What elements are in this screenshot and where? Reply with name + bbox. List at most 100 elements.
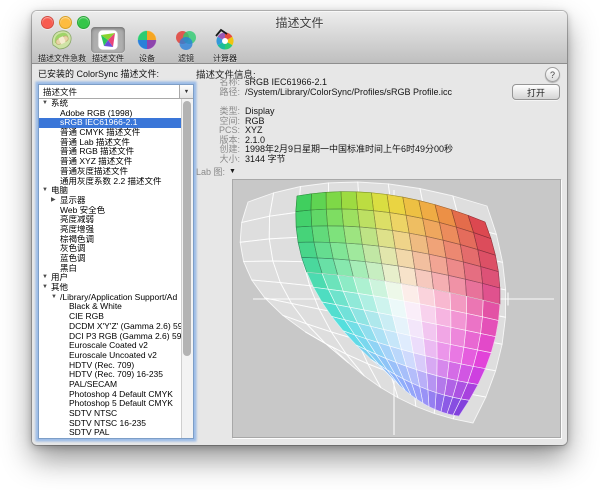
tree-item[interactable]: 亮度减弱 xyxy=(39,215,182,225)
toolbar: 描述文件急救描述文件 设备 滤镜 计算器 xyxy=(38,27,242,64)
tree-item-label: HDTV (Rec. 709) xyxy=(69,361,134,371)
sidebar-header: 已安装的 ColorSync 描述文件: xyxy=(38,67,159,80)
tree-item-label: 普通 XYZ 描述文件 xyxy=(60,157,132,167)
tree-item[interactable]: ▼电脑 xyxy=(39,186,182,196)
tree-item[interactable]: PAL/SECAM xyxy=(39,380,182,390)
tree-item-label: DCI P3 RGB (Gamma 2.6) 5900 xyxy=(69,332,182,342)
info-field-row: PCS:XYZ xyxy=(196,126,516,136)
disclosure-open-icon[interactable]: ▼ xyxy=(42,186,51,196)
tree-item-label: SDTV NTSC 16-235 xyxy=(69,419,146,429)
info-field-row: 创建:1998年2月9日星期一中国标准时间上午6时49分00秒 xyxy=(196,145,516,155)
tree-item[interactable]: 蓝色调 xyxy=(39,254,182,264)
tree-item[interactable]: DCI P3 RGB (Gamma 2.6) 5900 xyxy=(39,332,182,342)
tree-item[interactable]: ▼/Library/Application Support/Ad xyxy=(39,293,182,303)
tree-item[interactable]: 棕褐色调 xyxy=(39,235,182,245)
info-field-row: 类型:Display xyxy=(196,107,516,117)
tree-item-label: Photoshop 4 Default CMYK xyxy=(69,390,173,400)
tree-item[interactable]: 普通 Lab 描述文件 xyxy=(39,138,182,148)
disclosure-open-icon[interactable]: ▼ xyxy=(42,99,51,109)
devices-icon xyxy=(130,27,164,53)
disclosure-open-icon[interactable]: ▼ xyxy=(42,273,51,283)
tree-item[interactable]: Black & White xyxy=(39,302,182,312)
tree-item[interactable]: SDTV NTSC 16-235 xyxy=(39,419,182,429)
tree-item-label: Euroscale Uncoated v2 xyxy=(69,351,157,361)
tree-item[interactable]: Euroscale Coated v2 xyxy=(39,341,182,351)
tree-item[interactable]: 普通 CMYK 描述文件 xyxy=(39,128,182,138)
tree-item[interactable]: 灰色调 xyxy=(39,244,182,254)
tree-item-label: Euroscale Coated v2 xyxy=(69,341,148,351)
disclosure-open-icon[interactable]: ▼ xyxy=(42,283,51,293)
window-chrome: 描述文件 描述文件急救描述文件 设备 滤镜 计算器 xyxy=(32,11,567,64)
profile-first-aid-icon xyxy=(45,27,79,53)
tree-item-label: 用户 xyxy=(51,273,68,283)
tree-item-label: 普通 CMYK 描述文件 xyxy=(60,128,140,138)
tree-item[interactable]: 通用灰度系数 2.2 描述文件 xyxy=(39,177,182,187)
toolbar-item-label: 描述文件 xyxy=(92,53,124,64)
tree-item-label: /Library/Application Support/Ad xyxy=(60,293,177,303)
tree-item-label: Photoshop 5 Default CMYK xyxy=(69,399,173,409)
tree-item-label: PAL/SECAM xyxy=(69,380,117,390)
tree-item-label: 显示器 xyxy=(60,196,86,206)
scrollbar-thumb[interactable] xyxy=(183,101,191,356)
tree-item-label: 亮度增强 xyxy=(60,225,94,235)
disclosure-open-icon[interactable]: ▼ xyxy=(51,293,60,303)
tree-item[interactable]: CIE RGB xyxy=(39,312,182,322)
tree-item[interactable]: 普通 XYZ 描述文件 xyxy=(39,157,182,167)
tree-item-label: 其他 xyxy=(51,283,68,293)
tree-item-label: 蓝色调 xyxy=(60,254,86,264)
tree-item[interactable]: 亮度增强 xyxy=(39,225,182,235)
info-field-row: 路径:/System/Library/ColorSync/Profiles/sR… xyxy=(196,88,516,98)
calculator-icon xyxy=(208,27,242,53)
toolbar-item-profile-first-aid[interactable]: 描述文件急救 xyxy=(38,27,86,64)
disclosure-closed-icon[interactable]: ▶ xyxy=(51,196,60,206)
tree-item[interactable]: 普通 RGB 描述文件 xyxy=(39,147,182,157)
tree-item[interactable]: ▼系统 xyxy=(39,99,182,109)
tree-item[interactable]: HDTV (Rec. 709) 16-235 xyxy=(39,370,182,380)
tree-item-label: 通用灰度系数 2.2 描述文件 xyxy=(60,177,162,187)
scrollbar-track[interactable] xyxy=(181,99,193,438)
tree-item[interactable]: 普通灰度描述文件 xyxy=(39,167,182,177)
profile-filter-dropdown[interactable]: 描述文件 ▼ xyxy=(39,85,193,99)
tree-item[interactable]: ▼其他 xyxy=(39,283,182,293)
dropdown-value: 描述文件 xyxy=(39,86,179,98)
content-area: 已安装的 ColorSync 描述文件: 描述文件 ▼ ▼系统Adobe RGB… xyxy=(32,64,567,445)
tree-item[interactable]: 黑白 xyxy=(39,264,182,274)
toolbar-item-profiles[interactable]: 描述文件 xyxy=(91,27,125,64)
tree-item-label: Adobe RGB (1998) xyxy=(60,109,132,119)
tree-item-label: 普通 Lab 描述文件 xyxy=(60,138,130,148)
chevron-down-icon[interactable]: ▼ xyxy=(179,85,193,98)
toolbar-item-devices[interactable]: 设备 xyxy=(130,27,164,64)
tree-item[interactable]: Photoshop 5 Default CMYK xyxy=(39,399,182,409)
tree-item[interactable]: ▶显示器 xyxy=(39,196,182,206)
toolbar-item-label: 滤镜 xyxy=(178,53,194,64)
tree-item[interactable]: Euroscale Uncoated v2 xyxy=(39,351,182,361)
disclosure-open-icon[interactable]: ▼ xyxy=(229,168,236,175)
field-label: 大小: xyxy=(196,155,240,165)
open-button[interactable]: 打开 xyxy=(512,84,560,100)
tree-item-label: Web 安全色 xyxy=(60,206,105,216)
tree-item[interactable]: Web 安全色 xyxy=(39,206,182,216)
tree-item[interactable]: DCDM X'Y'Z' (Gamma 2.6) 590 xyxy=(39,322,182,332)
tree-item[interactable]: Adobe RGB (1998) xyxy=(39,109,182,119)
tree-item[interactable]: ▼用户 xyxy=(39,273,182,283)
tree-item-label: 普通灰度描述文件 xyxy=(60,167,128,177)
tree-item[interactable]: sRGB IEC61966-2.1 xyxy=(39,118,182,128)
tree-item[interactable]: Photoshop 4 Default CMYK xyxy=(39,390,182,400)
toolbar-item-label: 设备 xyxy=(139,53,155,64)
lab-gamut-plot[interactable] xyxy=(232,179,561,438)
info-fields-primary: 名称:sRGB IEC61966-2.1路径:/System/Library/C… xyxy=(196,78,516,97)
toolbar-item-filters[interactable]: 滤镜 xyxy=(169,27,203,64)
tree-item[interactable]: HDTV (Rec. 709) xyxy=(39,361,182,371)
toolbar-item-calculator[interactable]: 计算器 xyxy=(208,27,242,64)
info-field-row: 空间:RGB xyxy=(196,117,516,127)
tree-item-label: 普通 RGB 描述文件 xyxy=(60,147,134,157)
tree-item[interactable]: SDTV NTSC xyxy=(39,409,182,419)
field-value: 3144 字节 xyxy=(245,155,286,165)
tree-item-label: SDTV PAL xyxy=(69,428,109,438)
tree-item-label: 亮度减弱 xyxy=(60,215,94,225)
toolbar-item-label: 计算器 xyxy=(213,53,237,64)
help-button[interactable]: ? xyxy=(545,67,560,82)
tree-item[interactable]: SDTV PAL xyxy=(39,428,182,438)
filters-icon xyxy=(169,27,203,53)
tree-item-label: 灰色调 xyxy=(60,244,86,254)
